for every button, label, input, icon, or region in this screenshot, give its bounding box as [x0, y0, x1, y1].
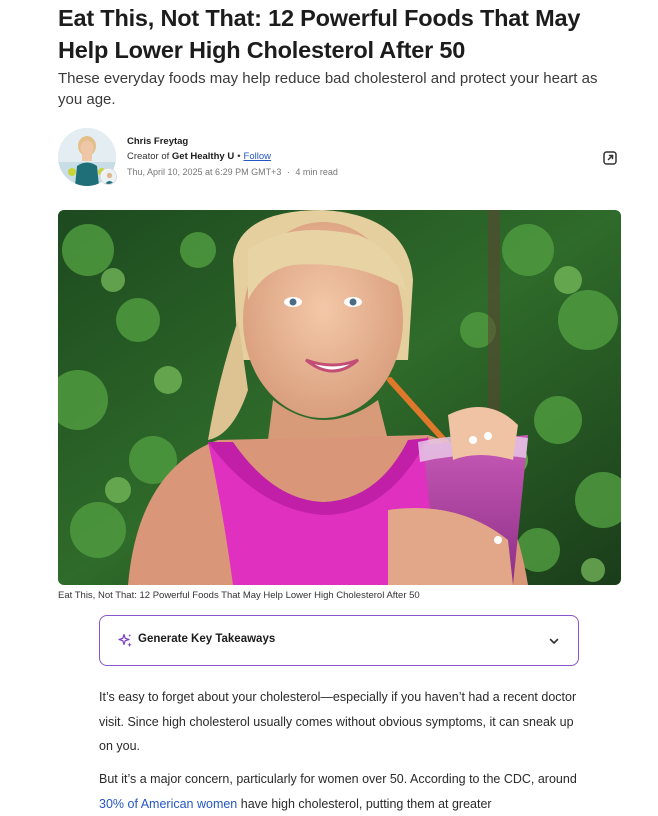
share-external-icon[interactable]: [602, 150, 618, 166]
paragraph-text: have high cholesterol, putting them at g…: [237, 796, 492, 811]
article-page: Eat This, Not That: 12 Powerful Foods Th…: [0, 0, 658, 816]
author-role: Creator of Get Healthy U • Follow: [127, 151, 271, 162]
publish-date: Thu, April 10, 2025 at 6:29 PM GMT+3: [127, 167, 282, 177]
takeaways-label: Generate Key Takeaways: [138, 633, 276, 645]
role-separator: •: [237, 151, 241, 162]
publisher-badge-icon: [100, 168, 117, 185]
sparkle-icon: [118, 633, 133, 648]
author-byline: Chris Freytag Creator of Get Healthy U • F…: [58, 128, 620, 188]
follow-link[interactable]: Follow: [244, 151, 271, 162]
cdc-statistic-link[interactable]: 30% of American women: [99, 797, 237, 811]
author-name[interactable]: Chris Freytag: [127, 136, 188, 147]
read-time: 4 min read: [295, 167, 338, 177]
body-paragraph: But it’s a major concern, particularly f…: [99, 767, 589, 816]
author-role-prefix: Creator of: [127, 151, 170, 162]
hero-image[interactable]: [58, 210, 621, 585]
generate-key-takeaways-button[interactable]: Generate Key Takeaways: [99, 615, 579, 666]
article-headline: Eat This, Not That: 12 Powerful Foods Th…: [58, 5, 581, 63]
meta-separator: ·: [286, 167, 290, 177]
author-organization[interactable]: Get Healthy U: [172, 151, 234, 162]
article-subheadline: These everyday foods may help reduce bad…: [58, 70, 598, 108]
paragraph-text: But it’s a major concern, particularly f…: [99, 772, 577, 786]
body-paragraph: It’s easy to forget about your cholester…: [99, 690, 577, 753]
chevron-down-icon: [548, 634, 560, 646]
hero-caption: Eat This, Not That: 12 Powerful Foods Th…: [58, 590, 420, 601]
publish-meta: Thu, April 10, 2025 at 6:29 PM GMT+3 · 4…: [127, 167, 338, 177]
